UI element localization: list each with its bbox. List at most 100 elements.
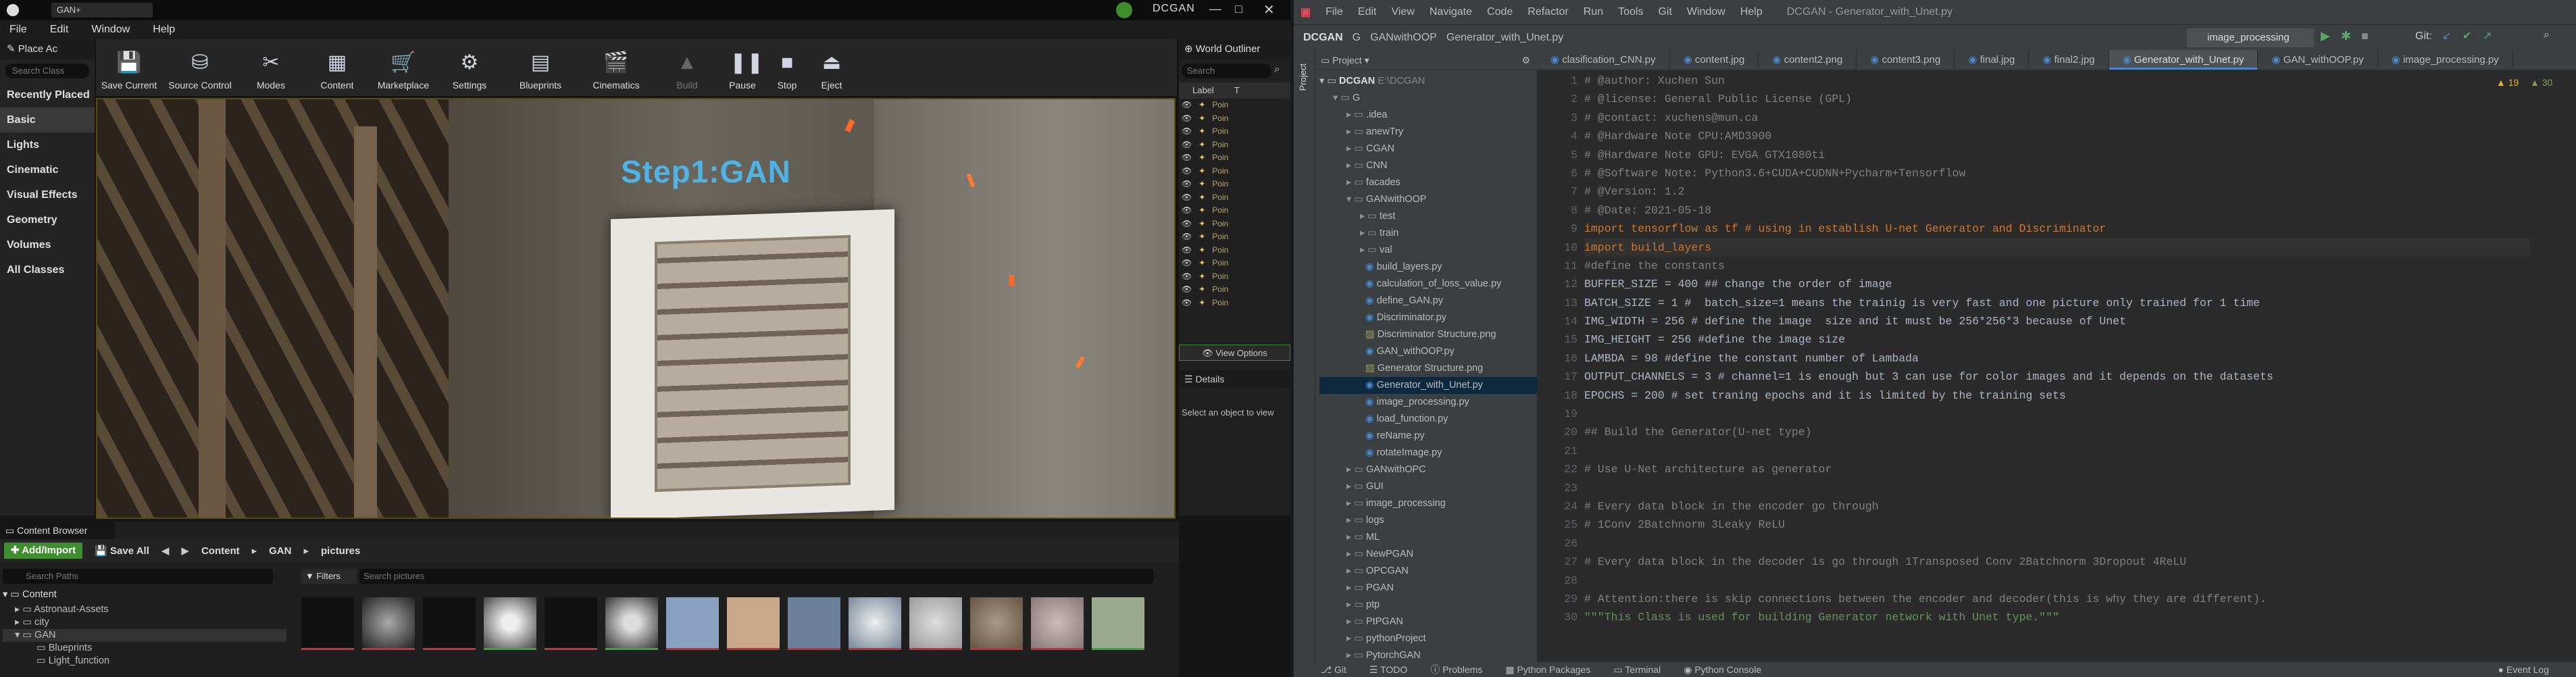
- ue-window-tab[interactable]: GAN+: [51, 3, 153, 18]
- code-line[interactable]: """This Class is used for building Gener…: [1584, 608, 2530, 626]
- eye-icon[interactable]: 👁: [1182, 178, 1192, 191]
- project-tree-item[interactable]: ▨ Generator Structure.png: [1319, 360, 1537, 377]
- code-line[interactable]: LAMBDA = 98 #define the constant number …: [1584, 349, 2530, 368]
- ide-menu-refactor[interactable]: Refactor: [1527, 6, 1568, 18]
- status-terminal[interactable]: ▭ Terminal: [1613, 664, 1661, 676]
- stop-button[interactable]: ■ Stop: [765, 39, 809, 96]
- code-line[interactable]: [1584, 405, 2530, 423]
- asset-thumbnail[interactable]: [1092, 597, 1144, 650]
- add-import-button[interactable]: ✚ Add/Import: [4, 543, 83, 559]
- project-tree-item[interactable]: ◉ GAN_withOOP.py: [1319, 343, 1537, 360]
- project-tree-item[interactable]: ▨ Discriminator Structure.png: [1319, 326, 1537, 343]
- outliner-row[interactable]: 👁 ✦ Poin: [1179, 204, 1290, 218]
- asset-thumbnail[interactable]: [849, 597, 901, 650]
- editor-tab[interactable]: ◉ GAN_withOOP.py: [2258, 50, 2378, 70]
- run-icon[interactable]: ▶: [2321, 29, 2330, 43]
- eye-icon[interactable]: 👁: [1182, 230, 1192, 244]
- eye-icon[interactable]: 👁: [1182, 218, 1192, 231]
- project-tree-item[interactable]: ▸ ▭ image_processing: [1319, 495, 1537, 512]
- project-view-select[interactable]: ▭ Project ▾: [1321, 50, 1369, 70]
- build-button[interactable]: ▲ Build: [654, 39, 720, 96]
- ide-menu-edit[interactable]: Edit: [1358, 6, 1377, 18]
- outliner-column-label[interactable]: Label: [1192, 82, 1214, 99]
- status-todo[interactable]: ☰ TODO: [1369, 664, 1407, 676]
- code-line[interactable]: [1584, 442, 2530, 460]
- project-tree-item[interactable]: ◉ Generator_with_Unet.py: [1319, 377, 1537, 394]
- filters-button[interactable]: ▼ Filters: [301, 569, 357, 584]
- code-line[interactable]: import build_layers: [1584, 238, 2530, 257]
- ide-menu-help[interactable]: Help: [1740, 6, 1763, 18]
- nav-project[interactable]: DCGAN: [1303, 32, 1343, 44]
- code-line[interactable]: EPOCHS = 200 # set traning epochs and it…: [1584, 386, 2530, 405]
- code-line[interactable]: # @contact: xuchens@mun.ca: [1584, 109, 2530, 127]
- eye-icon[interactable]: 👁: [1182, 257, 1192, 270]
- code-line[interactable]: [1584, 479, 2530, 497]
- ide-menu-code[interactable]: Code: [1487, 6, 1513, 18]
- marketplace-button[interactable]: 🛒 Marketplace: [370, 39, 436, 96]
- outliner-row[interactable]: 👁 ✦ Poin: [1179, 165, 1290, 178]
- code-line[interactable]: # @license: General Public License (GPL): [1584, 90, 2530, 108]
- forward-arrow-icon[interactable]: ▶: [181, 545, 189, 557]
- editor-tab[interactable]: ◉ clasification_CNN.py: [1537, 50, 1670, 70]
- project-tree-item[interactable]: ▸ ▭ CGAN: [1319, 141, 1537, 157]
- content-browser-tab[interactable]: ▭ Content Browser: [0, 522, 115, 539]
- ide-menu-navigate[interactable]: Navigate: [1430, 6, 1472, 18]
- outliner-row[interactable]: 👁 ✦ Poin: [1179, 125, 1290, 139]
- asset-thumbnail[interactable]: [301, 597, 354, 650]
- category-recently-placed[interactable]: Recently Placed: [0, 82, 95, 107]
- status-python-packages[interactable]: ▦ Python Packages: [1505, 664, 1590, 676]
- code-line[interactable]: # Use U-Net architecture as generator: [1584, 460, 2530, 478]
- eye-icon[interactable]: 👁: [1182, 297, 1192, 310]
- asset-thumbnail[interactable]: [423, 597, 476, 650]
- project-tree-item[interactable]: ◉ reName.py: [1319, 428, 1537, 445]
- asset-thumbnail[interactable]: [788, 597, 840, 650]
- menu-file[interactable]: File: [9, 24, 27, 36]
- project-tree-item[interactable]: ◉ Discriminator.py: [1319, 309, 1537, 326]
- save-current-button[interactable]: 💾 Save Current: [96, 39, 162, 96]
- eye-icon[interactable]: 👁: [1182, 283, 1192, 297]
- project-tree-item[interactable]: ▾ ▭ GANwithOOP: [1319, 191, 1537, 208]
- save-all-button[interactable]: 💾 Save All: [95, 545, 149, 557]
- view-options-button[interactable]: 👁 View Options: [1179, 345, 1290, 361]
- category-volumes[interactable]: Volumes: [0, 232, 95, 257]
- status-event-log[interactable]: ● Event Log: [2498, 664, 2549, 675]
- tree-folder-blueprints[interactable]: ▭ Blueprints: [3, 642, 286, 655]
- outliner-row[interactable]: 👁 ✦ Poin: [1179, 151, 1290, 165]
- project-tree-item[interactable]: ▸ ▭ pythonProject: [1319, 630, 1537, 647]
- project-tree-item[interactable]: ▸ ▭ test: [1319, 208, 1537, 225]
- project-tree-item[interactable]: ◉ image_processing.py: [1319, 394, 1537, 411]
- code-line[interactable]: ## Build the Generator(U-net type): [1584, 423, 2530, 441]
- details-tab[interactable]: ☰ Details: [1179, 370, 1290, 388]
- project-tree-item[interactable]: ▸ ▭ train: [1319, 225, 1537, 242]
- eye-icon[interactable]: 👁: [1182, 165, 1192, 178]
- project-tool-button[interactable]: Project: [1298, 64, 1308, 91]
- outliner-row[interactable]: 👁 ✦ Poin: [1179, 283, 1290, 297]
- asset-thumbnail[interactable]: [970, 597, 1023, 650]
- code-line[interactable]: # Every data block in the encoder go thr…: [1584, 497, 2530, 516]
- stop-icon[interactable]: ■: [2361, 29, 2369, 43]
- run-configuration-select[interactable]: image_processing: [2187, 28, 2314, 47]
- menu-help[interactable]: Help: [153, 24, 175, 36]
- menu-edit[interactable]: Edit: [50, 24, 69, 36]
- ide-menu-view[interactable]: View: [1391, 6, 1414, 18]
- project-root[interactable]: ▾ ▭ DCGAN E:\DCGAN: [1319, 73, 1537, 90]
- git-commit-icon[interactable]: ✔: [2463, 29, 2471, 43]
- code-line[interactable]: # Every data block in the decoder is go …: [1584, 553, 2530, 571]
- code-area[interactable]: # @author: Xuchen Sun # @license: General…: [1584, 72, 2530, 627]
- breadcrumb-pictures[interactable]: pictures: [321, 545, 360, 557]
- tree-folder-city[interactable]: ▸ ▭ city: [3, 616, 286, 629]
- outliner-row[interactable]: 👁 ✦ Poin: [1179, 218, 1290, 231]
- editor-tab[interactable]: ◉ image_processing.py: [2378, 50, 2513, 70]
- code-line[interactable]: OUTPUT_CHANNELS = 3 # channel=1 is enoug…: [1584, 368, 2530, 386]
- category-all-classes[interactable]: All Classes: [0, 257, 95, 282]
- code-line[interactable]: IMG_WIDTH = 256 # define the image size …: [1584, 312, 2530, 330]
- cinematics-button[interactable]: 🎬 Cinematics: [578, 39, 654, 96]
- editor-tab[interactable]: ◉ content.jpg: [1670, 50, 1759, 70]
- modes-button[interactable]: ✂ Modes: [238, 39, 304, 96]
- category-geometry[interactable]: Geometry: [0, 207, 95, 232]
- ide-menu-git[interactable]: Git: [1658, 6, 1671, 18]
- git-push-icon[interactable]: ↗: [2483, 29, 2492, 43]
- status-git[interactable]: ⎇ Git: [1321, 664, 1346, 676]
- code-line[interactable]: BUFFER_SIZE = 400 ## change the order of…: [1584, 275, 2530, 293]
- code-line[interactable]: # @Hardware Note GPU: EVGA GTX1080ti: [1584, 146, 2530, 164]
